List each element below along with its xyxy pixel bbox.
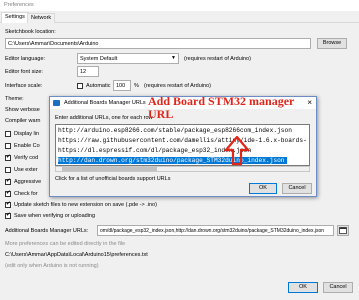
aggressive-cache-label: Aggressive xyxy=(14,179,42,185)
editor-language-value: System Default xyxy=(80,56,118,62)
editor-language-label: Editor language: xyxy=(5,56,46,62)
open-urls-dialog-button[interactable] xyxy=(337,225,349,236)
window-title-bar: Preferences xyxy=(0,0,359,11)
url-line: http://arduino.esp8266.com/stable/packag… xyxy=(58,127,292,134)
theme-label: Theme: xyxy=(5,96,24,102)
window-icon xyxy=(339,227,347,234)
editor-font-size-label: Editor font size: xyxy=(5,69,43,75)
use-external-editor-checkbox[interactable] xyxy=(5,167,11,173)
ok-button[interactable]: OK xyxy=(288,282,318,293)
edit-only-note: (edit only when Arduino is not running) xyxy=(5,263,99,269)
verify-code-label: Verify cod xyxy=(14,155,39,161)
url-line: https://raw.githubusercontent.com/damell… xyxy=(58,137,307,144)
interface-scale-label: Interface scale: xyxy=(5,83,43,89)
editor-language-note: (requires restart of Arduino) xyxy=(184,56,251,62)
urls-textarea[interactable]: http://arduino.esp8266.com/stable/packag… xyxy=(55,124,310,166)
additional-urls-field[interactable]: om/dl/package_esp32_index.json,http://da… xyxy=(97,225,334,236)
check-for-updates-label: Check for xyxy=(14,191,38,197)
update-extension-label: Update sketch files to new extension on … xyxy=(14,202,157,208)
additional-urls-value: om/dl/package_esp32_index.json,http://da… xyxy=(100,228,325,234)
editor-font-size-value: 12 xyxy=(80,69,87,75)
sketchbook-path-field[interactable]: C:\Users\Ammar\Documents\Arduino xyxy=(5,38,311,49)
use-external-editor-label: Use exter xyxy=(14,167,38,173)
cancel-button[interactable]: Cancel xyxy=(323,282,353,293)
browse-button[interactable]: Browse xyxy=(317,38,347,49)
sketchbook-path-text: C:\Users\Ammar\Documents\Arduino xyxy=(8,41,99,47)
tab-network[interactable]: Network xyxy=(27,13,56,23)
editor-language-select[interactable]: System Default ▼ xyxy=(77,53,179,64)
additional-urls-label: Additional Boards Manager URLs: xyxy=(5,228,89,234)
dialog-instructions: Enter additional URLs, one for each row xyxy=(55,115,153,121)
display-line-numbers-label: Display lin xyxy=(14,131,40,137)
aggressive-cache-checkbox[interactable] xyxy=(5,178,11,185)
annotation-text: Add Board STM32 manager URL xyxy=(148,95,294,121)
automatic-scale-checkbox[interactable] xyxy=(77,83,83,89)
save-when-verifying-label: Save when verifying or uploading xyxy=(14,213,96,219)
check-for-updates-checkbox[interactable] xyxy=(5,190,11,197)
tab-settings[interactable]: Settings xyxy=(1,12,29,23)
interface-scale-value: 100 xyxy=(116,83,126,89)
app-icon xyxy=(53,100,60,106)
unofficial-urls-link[interactable]: Click for a list of unofficial boards su… xyxy=(55,176,170,182)
interface-scale-field[interactable]: 100 xyxy=(113,80,131,91)
chevron-down-icon: ▼ xyxy=(171,55,176,61)
enable-code-folding-checkbox[interactable] xyxy=(5,143,11,149)
close-icon[interactable]: × xyxy=(307,98,312,107)
display-line-numbers-checkbox[interactable] xyxy=(5,131,11,137)
verify-code-checkbox[interactable] xyxy=(5,154,11,161)
dialog-cancel-button[interactable]: Cancel xyxy=(282,183,312,194)
dialog-ok-button[interactable]: OK xyxy=(249,183,277,194)
preferences-file-path[interactable]: C:\Users\Ammar\AppData\Local\Arduino15\p… xyxy=(5,252,148,258)
tab-bar: Settings Network xyxy=(0,11,359,23)
interface-scale-unit: % xyxy=(134,83,139,89)
scrollbar-thumb[interactable] xyxy=(62,167,157,171)
url-line: https://dl.espressif.com/dl/package_esp3… xyxy=(58,147,252,154)
save-when-verifying-checkbox[interactable] xyxy=(5,212,11,219)
dialog-title: Additional Boards Manager URLs xyxy=(64,100,146,106)
interface-scale-note: (requires restart of Arduino) xyxy=(144,83,211,89)
update-extension-checkbox[interactable] xyxy=(5,201,11,208)
sketchbook-label: Sketchbook location: xyxy=(5,29,56,35)
show-verbose-label: Show verbose xyxy=(5,107,40,113)
automatic-scale-label: Automatic xyxy=(86,83,111,89)
more-preferences-note: More preferences can be edited directly … xyxy=(5,241,126,247)
window-title: Preferences xyxy=(4,2,34,8)
enable-code-folding-label: Enable Co xyxy=(14,143,40,149)
compiler-warnings-label: Compiler warn xyxy=(5,118,41,124)
url-line-selected: http://dan.drown.org/stm32duino/package_… xyxy=(58,157,287,164)
up-arrow-icon xyxy=(224,136,250,166)
horizontal-scrollbar[interactable] xyxy=(55,166,310,172)
annotation-line-2: URL xyxy=(148,107,174,121)
editor-font-size-field[interactable]: 12 xyxy=(77,66,99,77)
